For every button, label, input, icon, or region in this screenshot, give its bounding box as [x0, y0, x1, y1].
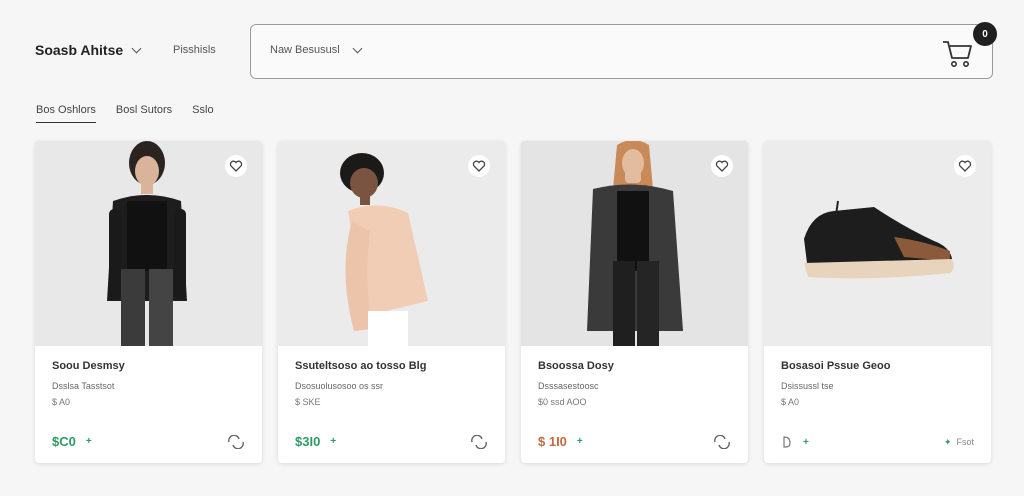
product-footer: $ 1I0 + — [538, 434, 731, 449]
product-price-group: $C0 + — [52, 434, 92, 449]
heart-icon — [229, 160, 243, 172]
add-icon[interactable]: + — [577, 436, 583, 447]
product-card[interactable]: Bsoossa Dosy Dsssasestoosc $0 ssd AOO $ … — [521, 141, 748, 463]
product-name: Soou Desmsy — [52, 360, 125, 372]
tab-0[interactable]: Bos Oshlors — [36, 104, 96, 123]
product-subtitle: Dsissussl tse — [781, 381, 834, 391]
product-card[interactable]: Soou Desmsy Dsslsa Tasstsot $ A0 $C0 + — [35, 141, 262, 463]
product-price-group: $ 1I0 + — [538, 434, 583, 449]
heart-icon — [472, 160, 486, 172]
product-subtitle: Dsosuolusosoo os ssr — [295, 381, 384, 391]
brand-label: Soasb Ahitse — [35, 42, 124, 58]
category-tabs: Bos Oshlors Bosl Sutors Sslo — [36, 104, 214, 123]
search-category-select[interactable]: Naw Besususl — [270, 43, 363, 56]
product-price: $ 1I0 — [538, 434, 567, 449]
compare-icon[interactable] — [713, 434, 731, 449]
product-meta: $ A0 — [781, 397, 800, 407]
brand-menu[interactable]: Soasb Ahitse — [35, 42, 142, 58]
product-footer: + ✦ Fsot — [781, 435, 974, 449]
add-icon[interactable]: + — [803, 437, 809, 448]
product-price: $3I0 — [295, 434, 321, 449]
favorite-button[interactable] — [468, 155, 490, 177]
product-price-group: + — [781, 435, 809, 449]
heart-icon — [715, 160, 729, 172]
product-subtitle: Dsssasestoosc — [538, 381, 599, 391]
tag-icon — [783, 436, 791, 448]
sparkle-icon: ✦ — [943, 436, 952, 447]
product-card[interactable]: Bosasoi Pssue Geoo Dsissussl tse $ A0 + … — [764, 141, 991, 463]
cart-icon — [943, 41, 972, 67]
product-price: $C0 — [52, 434, 76, 449]
product-image — [521, 141, 748, 346]
product-info: Soou Desmsy Dsslsa Tasstsot $ A0 $C0 + — [35, 346, 262, 463]
heart-icon — [958, 160, 972, 172]
product-footer: $3I0 + — [295, 434, 488, 449]
product-name: Bsoossa Dosy — [538, 360, 614, 372]
product-image — [35, 141, 262, 346]
product-image — [278, 141, 505, 346]
product-name: Bosasoi Pssue Geoo — [781, 360, 891, 372]
header: Soasb Ahitse Pisshisls Naw Besususl 0 — [0, 0, 1024, 100]
product-image — [764, 141, 991, 346]
tab-1[interactable]: Bosl Sutors — [116, 104, 172, 123]
favorite-button[interactable] — [225, 155, 247, 177]
cart-count-badge: 0 — [973, 22, 997, 46]
product-footer: $C0 + — [52, 434, 245, 449]
product-name: Ssuteltsoso ao tosso Blg — [295, 360, 427, 372]
product-info: Bosasoi Pssue Geoo Dsissussl tse $ A0 + … — [764, 346, 991, 463]
product-price-group: $3I0 + — [295, 434, 336, 449]
product-meta: $0 ssd AOO — [538, 397, 587, 407]
product-info: Ssuteltsoso ao tosso Blg Dsosuolusosoo o… — [278, 346, 505, 463]
product-grid: Soou Desmsy Dsslsa Tasstsot $ A0 $C0 + S… — [35, 141, 991, 463]
search-category-label: Naw Besususl — [270, 44, 340, 56]
product-meta: $ A0 — [52, 397, 71, 407]
add-icon[interactable]: + — [86, 436, 92, 447]
favorite-button[interactable] — [711, 155, 733, 177]
product-meta: $ SKE — [295, 397, 321, 407]
feature-label: Fsot — [956, 437, 974, 447]
compare-icon[interactable] — [470, 434, 488, 449]
tab-2[interactable]: Sslo — [192, 104, 213, 123]
add-icon[interactable]: + — [330, 436, 336, 447]
feature-link[interactable]: ✦ Fsot — [944, 437, 974, 448]
product-card[interactable]: Ssuteltsoso ao tosso Blg Dsosuolusosoo o… — [278, 141, 505, 463]
chevron-down-icon — [131, 43, 142, 53]
search-box[interactable]: Naw Besususl — [250, 24, 993, 79]
product-info: Bsoossa Dosy Dsssasestoosc $0 ssd AOO $ … — [521, 346, 748, 463]
nav-link[interactable]: Pisshisls — [173, 44, 216, 56]
product-subtitle: Dsslsa Tasstsot — [52, 381, 115, 391]
favorite-button[interactable] — [954, 155, 976, 177]
compare-icon[interactable] — [227, 434, 245, 449]
cart-button[interactable] — [940, 36, 974, 70]
chevron-down-icon — [352, 43, 363, 53]
